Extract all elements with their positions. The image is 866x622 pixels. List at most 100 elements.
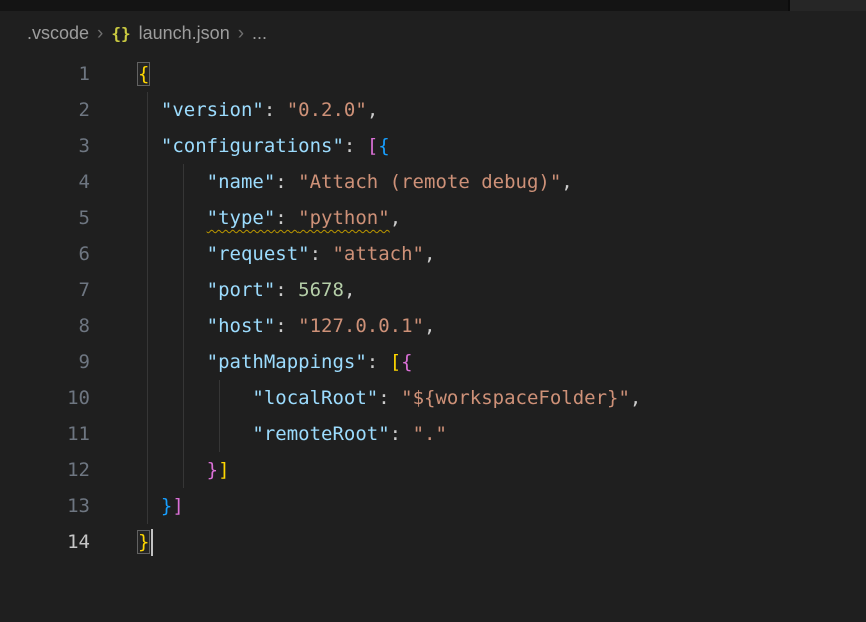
code-line[interactable]: 4 "name": "Attach (remote debug)", — [0, 164, 866, 200]
indent-guide — [183, 308, 184, 344]
code-token: "${workspaceFolder}" — [401, 387, 630, 409]
code-token: "Attach (remote debug)" — [298, 171, 561, 193]
indent-guide — [183, 380, 184, 416]
indent-guide — [147, 344, 148, 380]
code-line[interactable]: 14} — [0, 524, 866, 560]
code-token: } — [161, 495, 172, 517]
code-token — [138, 99, 161, 121]
code-line[interactable]: 2 "version": "0.2.0", — [0, 92, 866, 128]
line-content: "localRoot": "${workspaceFolder}", — [138, 380, 641, 416]
line-content: "pathMappings": [{ — [138, 344, 413, 380]
code-token — [138, 135, 161, 157]
line-number[interactable]: 14 — [0, 524, 90, 560]
tab-bar-edge — [0, 0, 866, 11]
line-content: "remoteRoot": "." — [138, 416, 447, 452]
code-token — [138, 315, 207, 337]
line-content: } — [138, 524, 153, 560]
code-token — [138, 495, 161, 517]
code-lines: 1{2 "version": "0.2.0",3 "configurations… — [0, 56, 866, 560]
code-token: { — [401, 351, 412, 373]
line-number[interactable]: 5 — [0, 200, 90, 236]
line-number[interactable]: 2 — [0, 92, 90, 128]
code-token: , — [424, 243, 435, 265]
line-content: "host": "127.0.0.1", — [138, 308, 435, 344]
json-file-icon: {} — [111, 24, 130, 43]
indent-guide — [147, 92, 148, 128]
code-token: , — [630, 387, 641, 409]
code-token: "request" — [207, 243, 310, 265]
code-token — [138, 423, 252, 445]
indent-guide — [147, 452, 148, 488]
code-token: 5678 — [298, 279, 344, 301]
line-content: }] — [138, 488, 184, 524]
code-token: "port" — [207, 279, 276, 301]
code-line[interactable]: 7 "port": 5678, — [0, 272, 866, 308]
indent-guide — [147, 488, 148, 524]
line-number[interactable]: 13 — [0, 488, 90, 524]
indent-guide — [183, 344, 184, 380]
code-token — [138, 351, 207, 373]
code-token — [138, 207, 207, 229]
breadcrumb-folder[interactable]: .vscode — [27, 23, 89, 44]
code-line[interactable]: 1{ — [0, 56, 866, 92]
indent-guide — [147, 200, 148, 236]
code-line[interactable]: 10 "localRoot": "${workspaceFolder}", — [0, 380, 866, 416]
line-number[interactable]: 1 — [0, 56, 90, 92]
line-number[interactable]: 3 — [0, 128, 90, 164]
code-token: , — [390, 207, 401, 229]
line-number[interactable]: 9 — [0, 344, 90, 380]
code-token: [ — [367, 135, 378, 157]
code-token: : — [275, 279, 298, 301]
code-token: : — [275, 315, 298, 337]
code-token: , — [344, 279, 355, 301]
code-token: [ — [390, 351, 401, 373]
code-token — [138, 243, 207, 265]
bracket-match: { — [138, 63, 149, 85]
indent-guide — [183, 416, 184, 452]
line-content: }] — [138, 452, 230, 488]
line-content: "configurations": [{ — [138, 128, 390, 164]
code-line[interactable]: 13 }] — [0, 488, 866, 524]
line-number[interactable]: 7 — [0, 272, 90, 308]
code-line[interactable]: 9 "pathMappings": [{ — [0, 344, 866, 380]
code-token: : — [344, 135, 367, 157]
indent-guide — [147, 128, 148, 164]
code-line[interactable]: 11 "remoteRoot": "." — [0, 416, 866, 452]
code-token: , — [367, 99, 378, 121]
code-token: : — [275, 207, 298, 229]
code-token: "version" — [161, 99, 264, 121]
code-token: ] — [172, 495, 183, 517]
code-line[interactable]: 6 "request": "attach", — [0, 236, 866, 272]
line-content: "name": "Attach (remote debug)", — [138, 164, 573, 200]
code-token: "host" — [207, 315, 276, 337]
code-line[interactable]: 12 }] — [0, 452, 866, 488]
code-line[interactable]: 5 "type": "python", — [0, 200, 866, 236]
code-token: "type" — [207, 207, 276, 229]
indent-guide — [183, 452, 184, 488]
indent-guide — [183, 272, 184, 308]
bracket-match: } — [138, 531, 149, 553]
code-token: { — [378, 135, 389, 157]
line-number[interactable]: 10 — [0, 380, 90, 416]
editor[interactable]: 1{2 "version": "0.2.0",3 "configurations… — [0, 56, 866, 560]
code-token: , — [424, 315, 435, 337]
code-token: : — [390, 423, 413, 445]
line-number[interactable]: 6 — [0, 236, 90, 272]
line-content: "port": 5678, — [138, 272, 355, 308]
indent-guide — [147, 308, 148, 344]
indent-guide — [183, 236, 184, 272]
line-number[interactable]: 11 — [0, 416, 90, 452]
code-token: , — [561, 171, 572, 193]
indent-guide — [219, 380, 220, 416]
code-line[interactable]: 3 "configurations": [{ — [0, 128, 866, 164]
code-token: "remoteRoot" — [252, 423, 389, 445]
breadcrumb-file[interactable]: launch.json — [139, 23, 230, 44]
code-token — [138, 171, 207, 193]
line-number[interactable]: 12 — [0, 452, 90, 488]
indent-guide — [147, 416, 148, 452]
line-number[interactable]: 4 — [0, 164, 90, 200]
code-token: "python" — [298, 207, 390, 229]
breadcrumb-more[interactable]: ... — [252, 23, 267, 44]
code-line[interactable]: 8 "host": "127.0.0.1", — [0, 308, 866, 344]
line-number[interactable]: 8 — [0, 308, 90, 344]
